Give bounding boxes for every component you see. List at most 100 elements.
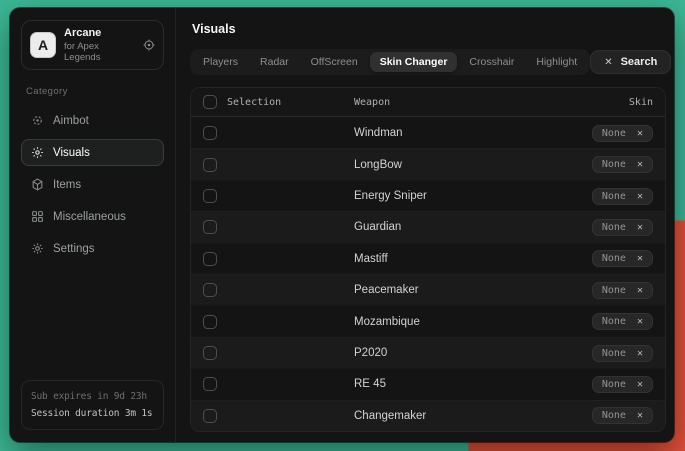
sidebar-item-miscellaneous[interactable]: Miscellaneous xyxy=(21,203,164,230)
sidebar-item-items[interactable]: Items xyxy=(21,171,164,198)
sub-expiry-text: Sub expires in 9d 23h xyxy=(31,388,154,405)
row-checkbox[interactable] xyxy=(203,283,217,297)
clear-skin-icon[interactable]: ✕ xyxy=(637,222,643,233)
skin-value: None xyxy=(602,253,626,264)
row-checkbox[interactable] xyxy=(203,346,217,360)
clear-skin-icon[interactable]: ✕ xyxy=(637,348,643,359)
search-button[interactable]: ✕ Search xyxy=(590,50,671,74)
sidebar-item-visuals[interactable]: Visuals xyxy=(21,139,164,166)
skin-value: None xyxy=(602,128,626,139)
cube-icon xyxy=(31,178,44,191)
weapon-name: LongBow xyxy=(354,159,592,171)
app-name: Arcane xyxy=(64,27,135,39)
clear-skin-icon[interactable]: ✕ xyxy=(637,379,643,390)
table-row: RE 45 None ✕ xyxy=(191,368,665,399)
search-button-label: Search xyxy=(621,56,658,68)
select-all-checkbox[interactable] xyxy=(203,95,217,109)
weapon-name: RE 45 xyxy=(354,378,592,390)
grid-icon xyxy=(31,210,44,223)
tab-offscreen[interactable]: OffScreen xyxy=(301,52,368,72)
weapon-name: Guardian xyxy=(354,221,592,233)
tab-bar: Players Radar OffScreen Skin Changer Cro… xyxy=(190,49,590,75)
clear-skin-icon[interactable]: ✕ xyxy=(637,285,643,296)
clear-skin-icon[interactable]: ✕ xyxy=(637,128,643,139)
skin-select-badge[interactable]: None ✕ xyxy=(592,250,653,267)
table-row: Guardian None ✕ xyxy=(191,211,665,242)
row-checkbox[interactable] xyxy=(203,252,217,266)
skin-value: None xyxy=(602,191,626,202)
table-row: Changemaker None ✕ xyxy=(191,400,665,431)
table-row: P2020 None ✕ xyxy=(191,337,665,368)
table-row: LongBow None ✕ xyxy=(191,148,665,179)
tab-players[interactable]: Players xyxy=(193,52,248,72)
toolbar: Players Radar OffScreen Skin Changer Cro… xyxy=(190,49,666,75)
weapon-name: Peacemaker xyxy=(354,284,592,296)
row-checkbox[interactable] xyxy=(203,220,217,234)
row-checkbox[interactable] xyxy=(203,189,217,203)
header-weapon: Weapon xyxy=(354,97,629,108)
app-logo: A xyxy=(30,32,56,58)
app-subtitle: for Apex Legends xyxy=(64,41,135,63)
category-label: Category xyxy=(26,86,159,97)
sidebar: A Arcane for Apex Legends Category xyxy=(10,8,176,442)
skin-value: None xyxy=(602,222,626,233)
table-row: Peacemaker None ✕ xyxy=(191,274,665,305)
row-checkbox[interactable] xyxy=(203,409,217,423)
skin-value: None xyxy=(602,285,626,296)
sidebar-item-label: Visuals xyxy=(53,147,90,159)
skin-select-badge[interactable]: None ✕ xyxy=(592,156,653,173)
sidebar-item-label: Miscellaneous xyxy=(53,211,126,223)
clear-skin-icon[interactable]: ✕ xyxy=(637,316,643,327)
tab-radar[interactable]: Radar xyxy=(250,52,299,72)
brand-card: A Arcane for Apex Legends xyxy=(21,20,164,70)
sidebar-item-label: Settings xyxy=(53,243,95,255)
clear-skin-icon[interactable]: ✕ xyxy=(637,410,643,421)
tab-crosshair[interactable]: Crosshair xyxy=(459,52,524,72)
skin-value: None xyxy=(602,410,626,421)
skin-select-badge[interactable]: None ✕ xyxy=(592,313,653,330)
close-icon: ✕ xyxy=(604,57,612,68)
session-duration-text: Session duration 3m 1s xyxy=(31,405,154,422)
sidebar-item-label: Aimbot xyxy=(53,115,89,127)
skin-select-badge[interactable]: None ✕ xyxy=(592,407,653,424)
page-title: Visuals xyxy=(192,22,664,36)
skin-select-badge[interactable]: None ✕ xyxy=(592,188,653,205)
row-checkbox[interactable] xyxy=(203,377,217,391)
tab-skin-changer[interactable]: Skin Changer xyxy=(370,52,458,72)
row-checkbox[interactable] xyxy=(203,158,217,172)
header-skin: Skin xyxy=(629,97,653,108)
row-checkbox[interactable] xyxy=(203,126,217,140)
table-header: Selection Weapon Skin xyxy=(191,88,665,117)
brand-text: Arcane for Apex Legends xyxy=(64,27,135,63)
clear-skin-icon[interactable]: ✕ xyxy=(637,253,643,264)
sidebar-item-settings[interactable]: Settings xyxy=(21,235,164,262)
weapon-name: Mastiff xyxy=(354,253,592,265)
table-row: Windman None ✕ xyxy=(191,117,665,148)
header-selection: Selection xyxy=(227,97,281,108)
focus-icon xyxy=(31,146,44,159)
crosshair-icon xyxy=(31,114,44,127)
skin-value: None xyxy=(602,379,626,390)
app-window: A Arcane for Apex Legends Category xyxy=(10,8,674,442)
target-icon[interactable] xyxy=(143,39,155,51)
sidebar-item-aimbot[interactable]: Aimbot xyxy=(21,107,164,134)
skin-select-badge[interactable]: None ✕ xyxy=(592,345,653,362)
skin-table: Selection Weapon Skin Windman None ✕ Lon… xyxy=(190,87,666,432)
skin-select-badge[interactable]: None ✕ xyxy=(592,376,653,393)
skin-select-badge[interactable]: None ✕ xyxy=(592,219,653,236)
skin-select-badge[interactable]: None ✕ xyxy=(592,125,653,142)
skin-value: None xyxy=(602,348,626,359)
skin-select-badge[interactable]: None ✕ xyxy=(592,282,653,299)
tab-highlight[interactable]: Highlight xyxy=(526,52,587,72)
table-row: Energy Sniper None ✕ xyxy=(191,180,665,211)
sidebar-nav: Aimbot Visuals Items xyxy=(21,107,164,262)
skin-value: None xyxy=(602,159,626,170)
clear-skin-icon[interactable]: ✕ xyxy=(637,159,643,170)
row-checkbox[interactable] xyxy=(203,315,217,329)
main-panel: Visuals Players Radar OffScreen Skin Cha… xyxy=(176,8,674,442)
weapon-name: Mozambique xyxy=(354,316,592,328)
table-row: Mozambique None ✕ xyxy=(191,305,665,336)
weapon-name: Windman xyxy=(354,127,592,139)
weapon-name: Energy Sniper xyxy=(354,190,592,202)
clear-skin-icon[interactable]: ✕ xyxy=(637,191,643,202)
